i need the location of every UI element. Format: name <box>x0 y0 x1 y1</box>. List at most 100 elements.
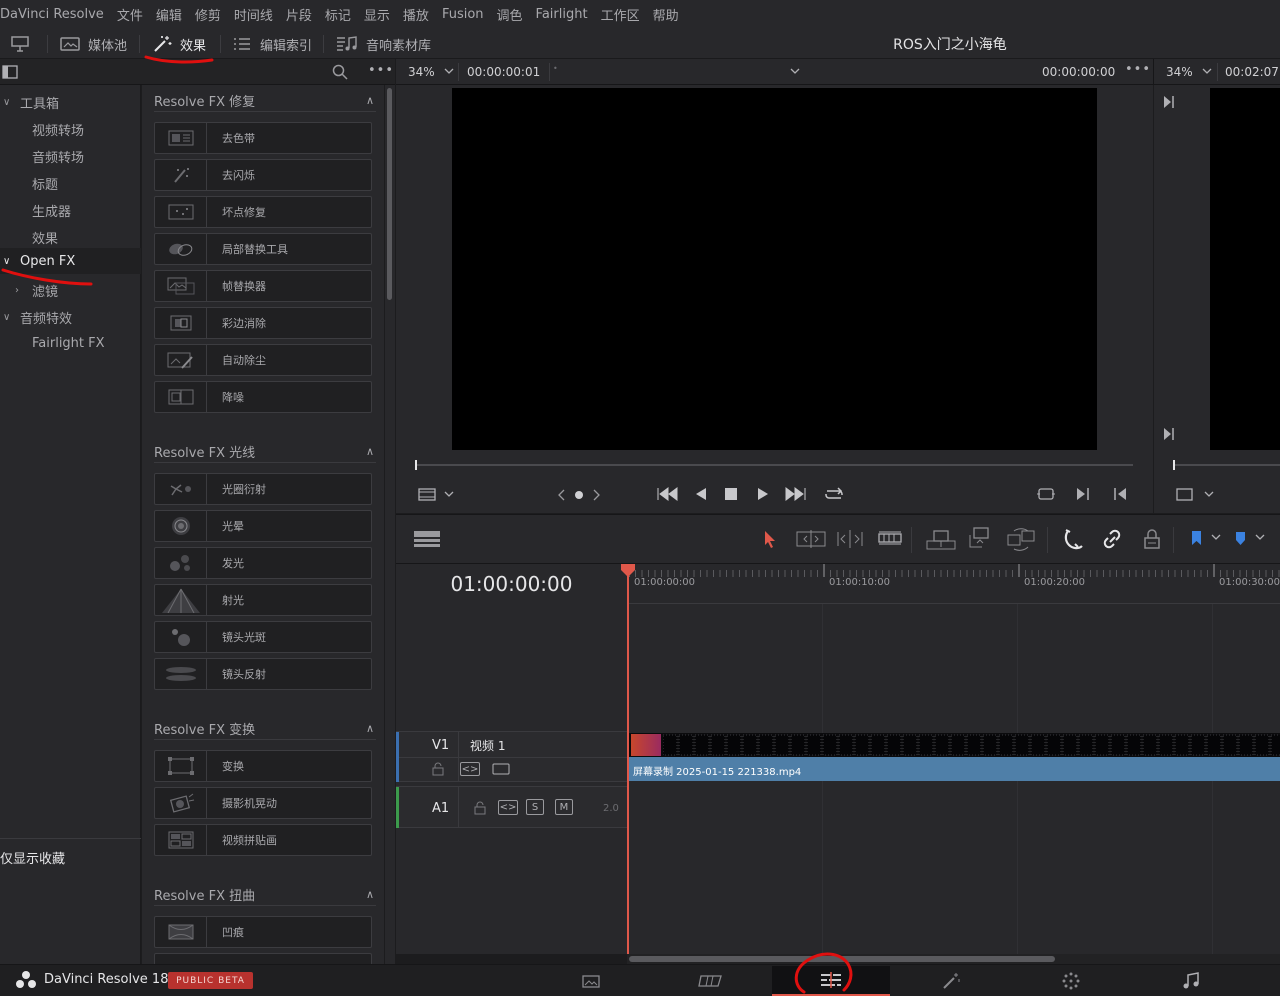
menu-color[interactable]: 调色 <box>497 5 523 24</box>
step-forward-icon[interactable] <box>1163 427 1175 441</box>
menu-playback[interactable]: 播放 <box>403 5 429 24</box>
section-header-light[interactable]: Resolve FX 光线 ∧ <box>154 441 376 463</box>
menu-timeline[interactable]: 时间线 <box>234 5 273 24</box>
menu-fusion[interactable]: Fusion <box>442 7 484 22</box>
menu-edit[interactable]: 编辑 <box>156 5 182 24</box>
chevron-down-icon[interactable] <box>1202 68 1212 75</box>
dynamic-trim-icon[interactable] <box>836 529 864 549</box>
timeline-view-options-icon[interactable] <box>413 530 441 548</box>
play-reverse-icon[interactable] <box>694 486 708 502</box>
lock-track-icon[interactable] <box>432 762 444 776</box>
section-header-warp[interactable]: Resolve FX 扭曲 ∧ <box>154 884 376 906</box>
timeline-ruler[interactable]: 01:00:00:00 01:00:10:00 01:00:20:00 01:0… <box>627 564 1280 604</box>
favorites-only-toggle[interactable]: 仅显示收藏 <box>0 848 65 867</box>
selection-arrow-icon[interactable] <box>763 529 777 549</box>
fx-item-lens-reflections[interactable]: 镜头反射 <box>154 658 372 690</box>
fx-item-noise-reduction[interactable]: 降噪 <box>154 381 372 413</box>
tree-fairlight-fx[interactable]: Fairlight FX <box>0 330 141 356</box>
effects-scrollbar[interactable] <box>385 85 395 965</box>
play-icon[interactable] <box>756 486 770 502</box>
cut-page-button[interactable] <box>652 966 770 996</box>
fx-item-camera-shake[interactable]: 摄影机晃动 <box>154 787 372 819</box>
zoom-level-left[interactable]: 34% <box>408 65 435 79</box>
fx-item-aperture-diffraction[interactable]: 光圈衍射 <box>154 473 372 505</box>
clip-view-icon[interactable] <box>418 488 454 502</box>
menu-view[interactable]: 显示 <box>364 5 390 24</box>
match-frame-icon[interactable] <box>1036 486 1056 502</box>
flag-icon[interactable] <box>1190 530 1224 546</box>
fx-item-dead-pixel-fixer[interactable]: 坏点修复 <box>154 196 372 228</box>
section-header-repair[interactable]: Resolve FX 修复 ∧ <box>154 90 376 112</box>
fx-item-transform[interactable]: 变换 <box>154 750 372 782</box>
menu-trim[interactable]: 修剪 <box>195 5 221 24</box>
insert-clip-icon[interactable] <box>926 529 956 551</box>
sound-library-button[interactable]: 音响素材库 <box>336 29 431 59</box>
menu-clip[interactable]: 片段 <box>286 5 312 24</box>
fx-item-deband[interactable]: 去色带 <box>154 122 372 154</box>
fx-item-deflicker[interactable]: 去闪烁 <box>154 159 372 191</box>
auto-select-icon[interactable]: <> <box>460 762 480 776</box>
fx-item-frame-replacer[interactable]: 帧替换器 <box>154 270 372 302</box>
mark-out-icon[interactable] <box>1076 486 1090 502</box>
scrubber-handle[interactable] <box>415 460 417 470</box>
chevron-down-icon[interactable] <box>444 68 454 75</box>
position-lock-icon[interactable] <box>1143 528 1161 550</box>
playhead[interactable] <box>627 570 629 954</box>
marker-icon[interactable] <box>1234 530 1268 546</box>
search-icon[interactable] <box>332 64 348 80</box>
fx-item-patch-replacer[interactable]: 局部替换工具 <box>154 233 372 265</box>
replace-clip-icon[interactable] <box>1006 527 1036 551</box>
menu-workspace[interactable]: 工作区 <box>601 5 640 24</box>
linked-selection-icon[interactable] <box>1102 528 1122 550</box>
tree-audio-fx[interactable]: ∨ 音频特效 <box>0 304 141 330</box>
color-page-button[interactable] <box>1012 966 1130 996</box>
loop-icon[interactable] <box>823 486 845 502</box>
tree-toolbox[interactable]: ∨ 工具箱 <box>0 89 141 115</box>
playhead-handle[interactable] <box>620 563 636 577</box>
sidebar-toggle-icon[interactable] <box>2 65 18 79</box>
jog-control-icon[interactable] <box>557 488 601 502</box>
disable-track-icon[interactable] <box>492 763 510 775</box>
scrollbar-thumb[interactable] <box>387 88 392 300</box>
fx-item-light-glow[interactable]: 发光 <box>154 547 372 579</box>
tree-effects[interactable]: 效果 <box>0 224 141 250</box>
timeline-scrollbar[interactable] <box>627 954 1280 964</box>
menu-app[interactable]: DaVinci Resolve <box>0 7 104 22</box>
step-forward-icon[interactable] <box>1163 95 1175 109</box>
section-header-transform[interactable]: Resolve FX 变换 ∧ <box>154 718 376 740</box>
panel-toggle-button[interactable] <box>10 29 38 59</box>
more-options-icon[interactable]: ••• <box>1125 62 1151 77</box>
tree-generators[interactable]: 生成器 <box>0 197 141 223</box>
fx-item-light-rays[interactable]: 射光 <box>154 584 372 616</box>
lock-track-icon[interactable] <box>474 801 486 815</box>
solo-button[interactable]: S <box>526 799 544 815</box>
source-scrubber[interactable] <box>416 464 1133 466</box>
source-video-frame[interactable] <box>452 88 1097 450</box>
timeline-scrubber[interactable] <box>1174 464 1280 466</box>
fx-item-automatic-dirt-removal[interactable]: 自动除尘 <box>154 344 372 376</box>
mute-button[interactable]: M <box>555 799 573 815</box>
tree-video-transitions[interactable]: 视频转场 <box>0 116 141 142</box>
more-options-icon[interactable]: ••• <box>368 63 394 78</box>
viewer-options-icon[interactable] <box>1176 488 1218 502</box>
blade-icon[interactable] <box>878 530 902 546</box>
tree-titles[interactable]: 标题 <box>0 170 141 196</box>
mark-in-icon[interactable] <box>1113 486 1127 502</box>
fx-item-lens-flare[interactable]: 镜头光斑 <box>154 621 372 653</box>
menu-file[interactable]: 文件 <box>117 5 143 24</box>
overwrite-clip-icon[interactable] <box>968 527 992 551</box>
media-pool-button[interactable]: 媒体池 <box>60 29 127 59</box>
media-page-button[interactable] <box>532 966 650 996</box>
fusion-page-button[interactable] <box>892 966 1010 996</box>
track-name-v1[interactable]: 视频 1 <box>470 737 505 754</box>
zoom-level-right[interactable]: 34% <box>1166 65 1193 79</box>
fx-item-chromatic-aberration-removal[interactable]: 彩边消除 <box>154 307 372 339</box>
go-to-start-icon[interactable] <box>656 486 678 502</box>
stop-icon[interactable] <box>724 487 738 501</box>
fx-item-video-collage[interactable]: 视频拼贴画 <box>154 824 372 856</box>
tree-audio-transitions[interactable]: 音频转场 <box>0 143 141 169</box>
trim-edit-icon[interactable] <box>796 529 826 549</box>
fx-item-dent[interactable]: 凹痕 <box>154 916 372 948</box>
fairlight-page-button[interactable] <box>1132 966 1250 996</box>
timeline-video-frame[interactable] <box>1210 88 1280 450</box>
